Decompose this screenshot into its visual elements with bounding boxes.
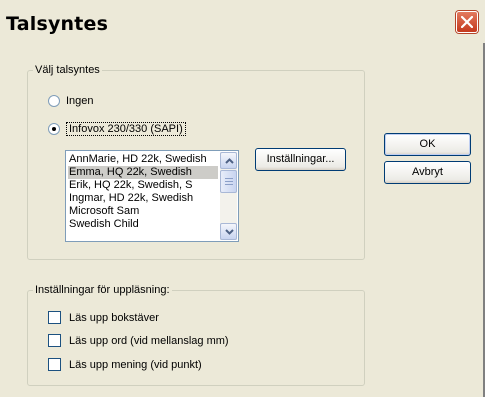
synth-group-legend: Välj talsyntes	[33, 64, 102, 76]
list-item[interactable]: Swedish Child	[68, 218, 218, 231]
voice-settings-button[interactable]: Inställningar...	[255, 148, 346, 171]
ok-button[interactable]: OK	[384, 133, 471, 156]
voice-listbox[interactable]: AnnMarie, HD 22k, Swedish Emma, HQ 22k, …	[65, 150, 239, 242]
list-item[interactable]: Microsoft Sam	[68, 205, 218, 218]
title-bar[interactable]: Talsyntes	[0, 0, 485, 43]
list-item[interactable]: Ingmar, HD 22k, Swedish	[68, 192, 218, 205]
radio-none-label: Ingen	[66, 95, 94, 107]
list-item[interactable]: Erik, HQ 22k, Swedish, S	[68, 179, 218, 192]
checkbox-words-label: Läs upp ord (vid mellanslag mm)	[69, 334, 229, 347]
close-button[interactable]	[456, 11, 478, 33]
window-title: Talsyntes	[6, 13, 109, 35]
voice-list: AnnMarie, HD 22k, Swedish Emma, HQ 22k, …	[68, 153, 218, 231]
close-icon	[461, 16, 473, 28]
scroll-thumb[interactable]	[220, 170, 237, 193]
list-item[interactable]: AnnMarie, HD 22k, Swedish	[68, 153, 218, 166]
cancel-button[interactable]: Avbryt	[384, 161, 471, 184]
chevron-down-icon	[225, 229, 234, 235]
radio-infovox-label: Infovox 230/330 (SAPI)	[66, 122, 186, 136]
check-option-sentences[interactable]: Läs upp mening (vid punkt)	[48, 358, 202, 371]
chevron-up-icon	[225, 158, 234, 164]
checkbox-words[interactable]	[48, 334, 61, 347]
scroll-up-button[interactable]	[220, 152, 237, 169]
radio-none-indicator[interactable]	[48, 95, 60, 107]
checkbox-letters[interactable]	[48, 311, 61, 324]
check-option-words[interactable]: Läs upp ord (vid mellanslag mm)	[48, 334, 229, 347]
reading-group-legend: Inställningar för uppläsning:	[33, 284, 172, 296]
checkbox-sentences-label: Läs upp mening (vid punkt)	[69, 358, 202, 371]
voice-list-scrollbar[interactable]	[220, 152, 237, 240]
check-option-letters[interactable]: Läs upp bokstäver	[48, 311, 159, 324]
checkbox-letters-label: Läs upp bokstäver	[69, 311, 159, 324]
list-item[interactable]: Emma, HQ 22k, Swedish	[68, 166, 218, 179]
radio-infovox-indicator[interactable]	[48, 123, 60, 135]
checkbox-sentences[interactable]	[48, 358, 61, 371]
radio-option-none[interactable]: Ingen	[48, 95, 94, 107]
scroll-down-button[interactable]	[220, 223, 237, 240]
radio-option-infovox[interactable]: Infovox 230/330 (SAPI)	[48, 122, 186, 136]
